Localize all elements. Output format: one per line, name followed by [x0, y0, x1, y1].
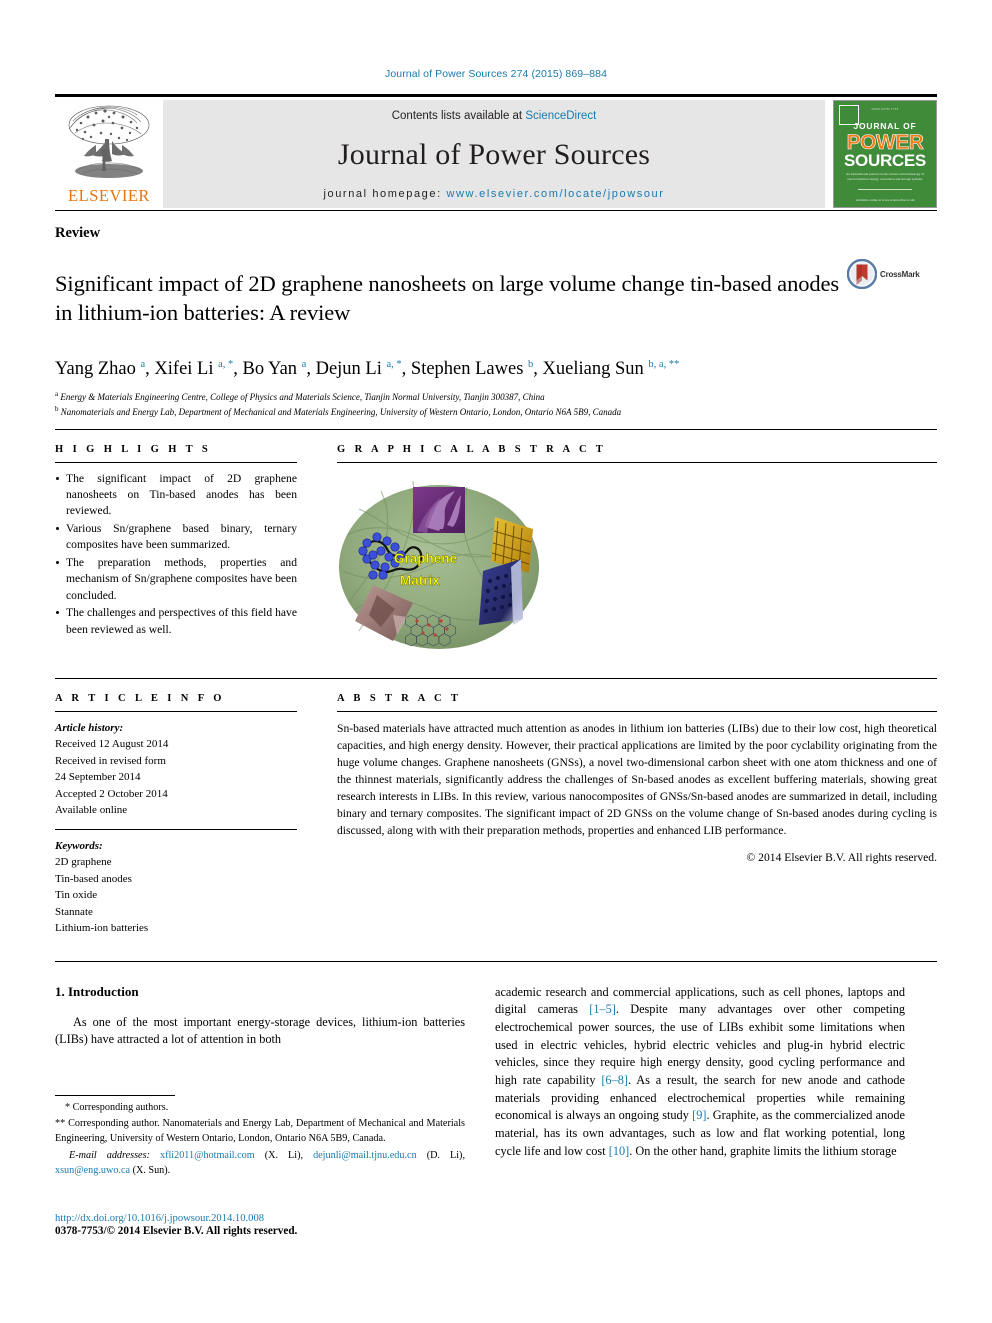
crossmark-icon	[847, 259, 877, 289]
article-title: Significant impact of 2D graphene nanosh…	[55, 271, 840, 325]
doi-link[interactable]: http://dx.doi.org/10.1016/j.jpowsour.201…	[55, 1213, 465, 1224]
history-item: Received 12 August 2014	[55, 738, 169, 751]
masthead-center: Contents lists available at ScienceDirec…	[163, 100, 825, 208]
sciencedirect-link[interactable]: ScienceDirect	[525, 110, 596, 122]
graphene-matrix-illustration: Graphene Matrix	[339, 480, 539, 649]
homepage-prefix: journal homepage:	[323, 188, 447, 200]
keywords-block: Keywords: 2D graphene Tin-based anodes T…	[55, 838, 297, 937]
journal-cover-thumbnail[interactable]: ISSN 0378-7753 JOURNAL OF POWER SOURCES …	[833, 100, 937, 208]
highlights-graphical-abstract-band: H I G H L I G H T S The significant impa…	[55, 430, 937, 660]
article-info-rule	[55, 710, 297, 712]
list-item: Various Sn/graphene based binary, ternar…	[55, 521, 297, 554]
journal-title: Journal of Power Sources	[337, 138, 651, 171]
email-person-xsun: (X. Sun)	[132, 1165, 168, 1177]
affiliation-b-text: Nanomaterials and Energy Lab, Department…	[60, 407, 622, 418]
crossmark-badge[interactable]: CrossMark	[847, 255, 937, 289]
highlights-heading: H I G H L I G H T S	[55, 443, 212, 455]
cover-issn: ISSN 0378-7753	[871, 107, 899, 111]
highlights-rule	[55, 461, 297, 463]
affiliation-a-mark: a	[55, 389, 59, 398]
intro-paragraph-left: As one of the most important energy-stor…	[55, 1014, 465, 1047]
section-heading-introduction: 1. Introduction	[55, 983, 139, 999]
footnote-rule	[55, 1095, 175, 1096]
article-history: Article history: Received 12 August 2014…	[55, 720, 297, 819]
keywords-label: Keywords:	[55, 839, 103, 852]
article-info-column: A R T I C L E I N F O Article history: R…	[55, 679, 317, 937]
cover-footer: Available online at www.sciencedirect.co…	[855, 198, 915, 202]
email-link-dli[interactable]: dejunli@mail.tjnu.edu.cn	[313, 1150, 417, 1161]
intro-paragraph-right: academic research and commercial applica…	[495, 984, 906, 1158]
running-head: Journal of Power Sources 274 (2015) 869–…	[384, 68, 608, 80]
abstract-rule	[337, 710, 937, 712]
article-history-label: Article history:	[55, 721, 124, 734]
abstract-heading: A B S T R A C T	[337, 692, 462, 704]
highlights-list: The significant impact of 2D graphene na…	[55, 471, 297, 639]
footnote-emails: E-mail addresses: xfli2011@hotmail.com (…	[55, 1150, 465, 1177]
email-person-xli: (X. Li)	[264, 1150, 301, 1162]
issn-copyright-line: 0378-7753/© 2014 Elsevier B.V. All right…	[55, 1225, 298, 1237]
masthead-bottom-rule	[55, 210, 937, 211]
graphical-abstract-figure: Graphene Matrix	[337, 471, 937, 660]
contents-prefix: Contents lists available at	[391, 110, 526, 122]
footnotes-block: * Corresponding authors. ** Correspondin…	[55, 1095, 465, 1179]
keyword-item: Lithium-ion batteries	[55, 922, 149, 935]
history-item: Received in revised form	[55, 754, 166, 767]
history-item: 24 September 2014	[55, 771, 141, 784]
crossmark-label: CrossMark	[880, 269, 920, 279]
abstract-column: A B S T R A C T Sn-based materials have …	[317, 679, 937, 937]
affiliation-a: a Energy & Materials Engineering Centre,…	[55, 389, 937, 405]
email-label: E-mail addresses:	[69, 1150, 150, 1162]
keyword-item: Tin oxide	[55, 889, 98, 902]
author-list: Yang Zhao a, Xifei Li a, *, Bo Yan a, De…	[55, 359, 680, 380]
article-header: Review Significant impact of 2D graphene…	[55, 211, 937, 420]
graphical-abstract-rule	[337, 461, 937, 463]
list-item: The preparation methods, properties and …	[55, 555, 297, 604]
keyword-item: Stannate	[55, 905, 93, 918]
footnote-corresponding-author-detail: ** Corresponding author. Nanomaterials a…	[55, 1117, 465, 1144]
journal-homepage-line: journal homepage: www.elsevier.com/locat…	[323, 188, 664, 200]
graphene-label: Graphene	[394, 551, 458, 566]
abstract-copyright: © 2014 Elsevier B.V. All rights reserved…	[746, 850, 937, 864]
footnote-corresponding-authors: * Corresponding authors.	[65, 1102, 169, 1113]
contents-available-line: Contents lists available at ScienceDirec…	[392, 110, 597, 122]
article-first-page: Journal of Power Sources 274 (2015) 869–…	[0, 0, 992, 1323]
crossmark-glyph-icon	[847, 259, 877, 289]
email-link-xli[interactable]: xfli2011@hotmail.com	[160, 1150, 255, 1161]
masthead-top-rule	[55, 94, 937, 97]
article-type: Review	[55, 225, 101, 241]
affiliation-a-text: Energy & Materials Engineering Centre, C…	[60, 391, 545, 402]
list-item: The significant impact of 2D graphene na…	[55, 471, 297, 520]
cover-blurb: An international journal on the science …	[846, 172, 924, 182]
elsevier-wordmark: ELSEVIER	[68, 186, 150, 205]
journal-masthead: ELSEVIER Contents lists available at Sci…	[55, 94, 937, 211]
article-info-heading: A R T I C L E I N F O	[55, 692, 225, 704]
cover-line-journal-of: JOURNAL OF	[853, 121, 917, 131]
keyword-item: Tin-based anodes	[55, 872, 132, 885]
email-link-xsun[interactable]: xsun@eng.uwo.ca	[55, 1165, 130, 1176]
elsevier-tree-icon	[68, 105, 150, 178]
footer-block: http://dx.doi.org/10.1016/j.jpowsour.201…	[55, 1213, 465, 1237]
matrix-label: Matrix	[400, 573, 440, 588]
cover-divider	[858, 189, 912, 190]
history-item: Available online	[55, 804, 128, 817]
purple-sem-image	[413, 486, 465, 533]
articleinfo-abstract-band: A R T I C L E I N F O Article history: R…	[55, 679, 937, 937]
affiliation-b-mark: b	[55, 405, 59, 414]
keyword-item: 2D graphene	[55, 856, 112, 869]
graphical-abstract-heading: G R A P H I C A L A B S T R A C T	[337, 443, 607, 455]
list-item: The challenges and perspectives of this …	[55, 605, 297, 638]
article-info-separator	[55, 828, 297, 830]
elsevier-logo: ELSEVIER	[55, 100, 163, 208]
history-item: Accepted 2 October 2014	[55, 787, 168, 800]
body-column-right: academic research and commercial applica…	[495, 984, 905, 1161]
graphical-abstract-column: G R A P H I C A L A B S T R A C T Graphe…	[317, 430, 937, 660]
cover-line-sources: SOURCES	[844, 151, 926, 170]
highlights-column: H I G H L I G H T S The significant impa…	[55, 430, 317, 660]
abstract-text: Sn-based materials have attracted much a…	[337, 721, 937, 838]
affiliation-b: b Nanomaterials and Energy Lab, Departme…	[55, 404, 937, 420]
homepage-url-link[interactable]: www.elsevier.com/locate/jpowsour	[446, 188, 664, 200]
email-person-dli: (D. Li)	[426, 1150, 463, 1162]
